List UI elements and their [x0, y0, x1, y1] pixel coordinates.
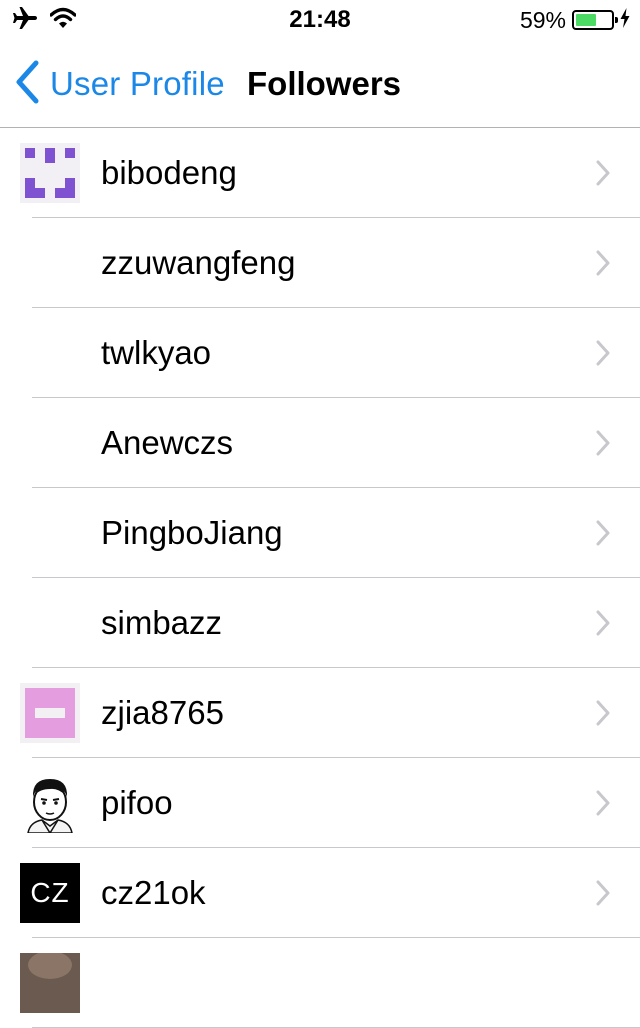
battery-level-fill — [576, 14, 597, 26]
chevron-right-icon — [596, 250, 610, 276]
photo-avatar — [20, 953, 80, 1013]
chevron-right-icon — [596, 340, 610, 366]
chevron-right-icon — [596, 430, 610, 456]
follower-row[interactable]: Anewczs — [0, 398, 640, 488]
follower-row[interactable] — [0, 938, 640, 1028]
follower-username: simbazz — [101, 604, 223, 641]
back-button[interactable]: User Profile — [14, 60, 225, 109]
battery-icon — [572, 10, 618, 30]
follower-username: PingboJiang — [101, 514, 283, 551]
chevron-right-icon — [596, 160, 610, 186]
chevron-right-icon — [596, 520, 610, 546]
follower-row[interactable]: simbazz — [0, 578, 640, 668]
chevron-right-icon — [596, 790, 610, 816]
follower-username: twlkyao — [101, 334, 212, 371]
identicon-avatar — [20, 683, 80, 743]
follower-row[interactable]: bibodeng — [0, 128, 640, 218]
identicon-avatar — [20, 143, 80, 203]
back-label: User Profile — [50, 65, 225, 102]
follower-row[interactable]: zjia8765 — [0, 668, 640, 758]
follower-username: zjia8765 — [101, 694, 224, 731]
battery-tip — [615, 17, 618, 23]
follower-row[interactable]: CZ cz21ok — [0, 848, 640, 938]
follower-username: Anewczs — [101, 424, 234, 461]
status-right: 59% — [520, 6, 630, 34]
chevron-left-icon — [14, 60, 40, 109]
follower-username: cz21ok — [101, 874, 206, 911]
page-title: Followers — [247, 65, 402, 102]
chevron-right-icon — [596, 880, 610, 906]
navigation-bar: User Profile Followers — [0, 40, 640, 128]
follower-username: pifoo — [101, 784, 173, 821]
chevron-right-icon — [596, 700, 610, 726]
follower-row[interactable]: pifoo — [0, 758, 640, 848]
charging-bolt-icon — [620, 7, 630, 33]
follower-username: zzuwangfeng — [101, 244, 296, 281]
cartoon-face-avatar — [20, 773, 80, 833]
follower-row[interactable]: PingboJiang — [0, 488, 640, 578]
follower-row[interactable]: twlkyao — [0, 308, 640, 398]
battery-percent: 59% — [519, 7, 566, 33]
text-avatar: CZ — [20, 863, 80, 923]
follower-row[interactable]: zzuwangfeng — [0, 218, 640, 308]
follower-username: bibodeng — [101, 154, 237, 191]
status-bar: 21:48 59% — [0, 0, 640, 40]
followers-list: bibodeng zzuwangfeng twlkyao Anewczs Pin… — [0, 128, 640, 1028]
chevron-right-icon — [596, 610, 610, 636]
